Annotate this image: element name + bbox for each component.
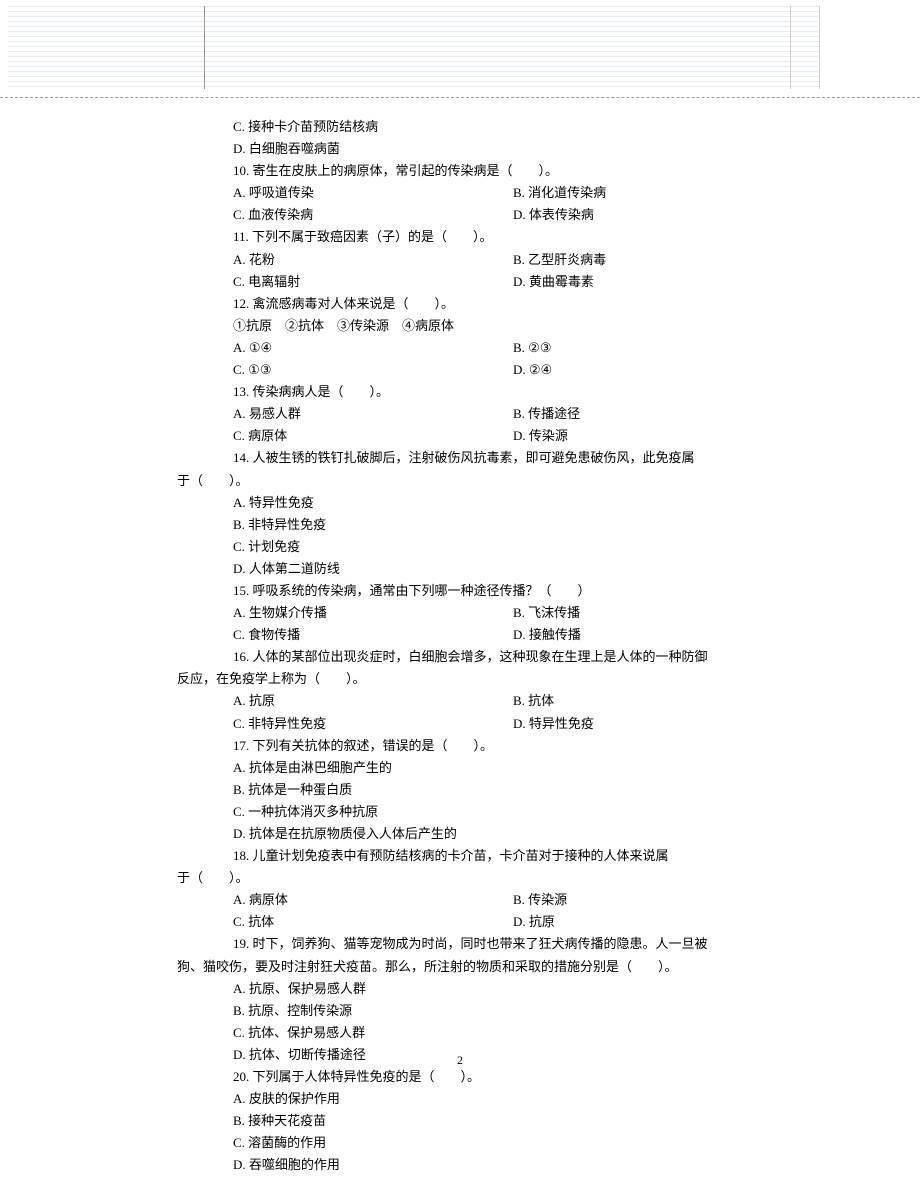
text-line: C. ①③D. ②④ bbox=[205, 359, 800, 381]
page-number: 2 bbox=[0, 1050, 920, 1070]
text-line: A. 特异性免疫 bbox=[205, 492, 800, 514]
text-line: 13. 传染病病人是（ ）。 bbox=[205, 381, 800, 403]
text-line: A. 抗原B. 抗体 bbox=[205, 690, 800, 712]
text-line: C. 非特异性免疫D. 特异性免疫 bbox=[205, 713, 800, 735]
option-a: C. 电离辐射 bbox=[233, 271, 513, 293]
option-a: A. 抗原 bbox=[233, 690, 513, 712]
text-line: 反应，在免疫学上称为（ ）。 bbox=[177, 668, 800, 690]
text-line: A. 皮肤的保护作用 bbox=[205, 1088, 800, 1110]
text-line: C. 血液传染病D. 体表传染病 bbox=[205, 204, 800, 226]
text-line: 15. 呼吸系统的传染病，通常由下列哪一种途径传播？（ ） bbox=[205, 580, 800, 602]
text-line: B. 抗体是一种蛋白质 bbox=[205, 779, 800, 801]
header-stripe bbox=[8, 6, 820, 89]
text-line: ①抗原 ②抗体 ③传染源 ④病原体 bbox=[205, 315, 800, 337]
text-line: D. 吞噬细胞的作用 bbox=[205, 1154, 800, 1176]
text-line: C. 食物传播D. 接触传播 bbox=[205, 624, 800, 646]
text-line: A. 呼吸道传染B. 消化道传染病 bbox=[205, 182, 800, 204]
text-line: C. 电离辐射D. 黄曲霉毒素 bbox=[205, 271, 800, 293]
text-line: C. 抗体D. 抗原 bbox=[205, 911, 800, 933]
text-line: C. 溶菌酶的作用 bbox=[205, 1132, 800, 1154]
exam-content: C. 接种卡介苗预防结核病D. 白细胞吞噬病菌10. 寄生在皮肤上的病原体，常引… bbox=[0, 98, 920, 1177]
text-line: A. ①④B. ②③ bbox=[205, 337, 800, 359]
text-line: 17. 下列有关抗体的叙述，错误的是（ ）。 bbox=[205, 735, 800, 757]
option-b: B. 飞沫传播 bbox=[513, 602, 800, 624]
option-a: A. 花粉 bbox=[233, 249, 513, 271]
option-a: C. ①③ bbox=[233, 359, 513, 381]
option-a: A. 易感人群 bbox=[233, 403, 513, 425]
text-line: 18. 儿童计划免疫表中有预防结核病的卡介苗，卡介苗对于接种的人体来说属 bbox=[205, 845, 800, 867]
text-line: A. 病原体B. 传染源 bbox=[205, 889, 800, 911]
option-b: D. 特异性免疫 bbox=[513, 713, 800, 735]
option-b: D. ②④ bbox=[513, 359, 800, 381]
option-a: C. 非特异性免疫 bbox=[233, 713, 513, 735]
option-a: A. 病原体 bbox=[233, 889, 513, 911]
option-a: A. 生物媒介传播 bbox=[233, 602, 513, 624]
text-line: A. 生物媒介传播B. 飞沫传播 bbox=[205, 602, 800, 624]
text-line: B. 抗原、控制传染源 bbox=[205, 1000, 800, 1022]
text-line: A. 抗体是由淋巴细胞产生的 bbox=[205, 757, 800, 779]
option-b: B. 消化道传染病 bbox=[513, 182, 800, 204]
header-divider-2 bbox=[790, 6, 791, 89]
text-line: C. 病原体D. 传染源 bbox=[205, 425, 800, 447]
text-line: 10. 寄生在皮肤上的病原体，常引起的传染病是（ ）。 bbox=[205, 160, 800, 182]
text-line: 于（ ）。 bbox=[177, 867, 800, 889]
option-b: B. 传染源 bbox=[513, 889, 800, 911]
text-line: 11. 下列不属于致癌因素（子）的是（ ）。 bbox=[205, 226, 800, 248]
page-header bbox=[0, 0, 920, 98]
text-line: 19. 时下，饲养狗、猫等宠物成为时尚，同时也带来了狂犬病传播的隐患。人一旦被 bbox=[205, 933, 800, 955]
header-stripe-wrap bbox=[8, 6, 820, 89]
text-line: C. 抗体、保护易感人群 bbox=[205, 1022, 800, 1044]
option-b: D. 体表传染病 bbox=[513, 204, 800, 226]
option-b: D. 接触传播 bbox=[513, 624, 800, 646]
option-b: B. 抗体 bbox=[513, 690, 800, 712]
option-b: B. 传播途径 bbox=[513, 403, 800, 425]
text-line: C. 一种抗体消灭多种抗原 bbox=[205, 801, 800, 823]
text-line: A. 花粉B. 乙型肝炎病毒 bbox=[205, 249, 800, 271]
text-line: B. 接种天花疫苗 bbox=[205, 1110, 800, 1132]
option-b: B. 乙型肝炎病毒 bbox=[513, 249, 800, 271]
text-line: 于（ ）。 bbox=[177, 470, 800, 492]
option-a: A. ①④ bbox=[233, 337, 513, 359]
text-line: 16. 人体的某部位出现炎症时，白细胞会增多，这种现象在生理上是人体的一种防御 bbox=[205, 646, 800, 668]
text-line: D. 白细胞吞噬病菌 bbox=[205, 138, 800, 160]
text-line: 12. 禽流感病毒对人体来说是（ ）。 bbox=[205, 293, 800, 315]
option-b: D. 黄曲霉毒素 bbox=[513, 271, 800, 293]
text-line: C. 接种卡介苗预防结核病 bbox=[205, 116, 800, 138]
text-line: A. 抗原、保护易感人群 bbox=[205, 978, 800, 1000]
text-line: 狗、猫咬伤，要及时注射狂犬疫苗。那么，所注射的物质和采取的措施分别是（ ）。 bbox=[177, 956, 800, 978]
option-a: C. 食物传播 bbox=[233, 624, 513, 646]
option-a: A. 呼吸道传染 bbox=[233, 182, 513, 204]
header-divider-1 bbox=[204, 6, 205, 89]
text-line: D. 抗体是在抗原物质侵入人体后产生的 bbox=[205, 823, 800, 845]
option-a: C. 血液传染病 bbox=[233, 204, 513, 226]
text-line: B. 非特异性免疫 bbox=[205, 514, 800, 536]
option-b: B. ②③ bbox=[513, 337, 800, 359]
text-line: C. 计划免疫 bbox=[205, 536, 800, 558]
option-a: C. 病原体 bbox=[233, 425, 513, 447]
option-b: D. 抗原 bbox=[513, 911, 800, 933]
text-line: D. 人体第二道防线 bbox=[205, 558, 800, 580]
text-line: A. 易感人群B. 传播途径 bbox=[205, 403, 800, 425]
option-a: C. 抗体 bbox=[233, 911, 513, 933]
text-line: 14. 人被生锈的铁钉扎破脚后，注射破伤风抗毒素，即可避免患破伤风，此免疫属 bbox=[205, 447, 800, 469]
option-b: D. 传染源 bbox=[513, 425, 800, 447]
